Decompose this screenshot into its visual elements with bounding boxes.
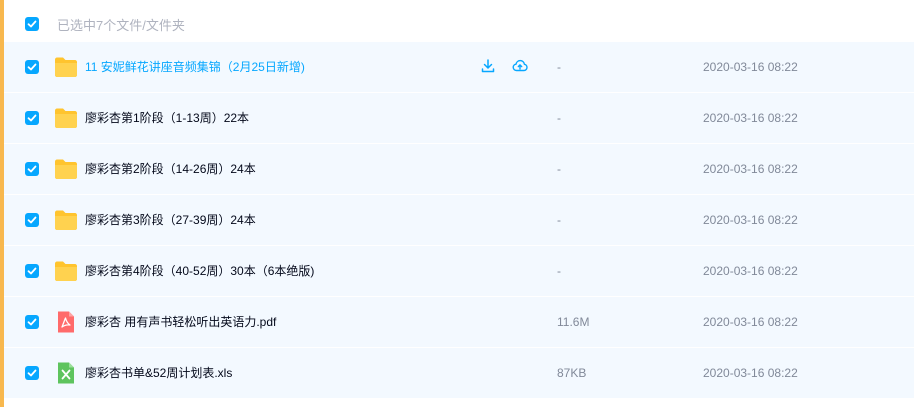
check-icon — [27, 114, 37, 122]
check-icon — [27, 165, 37, 173]
file-name[interactable]: 廖彩杏第1阶段（1-13周）22本 — [85, 93, 249, 144]
xls-icon — [54, 362, 78, 384]
file-size: - — [557, 264, 561, 278]
select-all-checkbox[interactable] — [25, 17, 39, 31]
selection-header: 已选中7个文件/文件夹 — [4, 0, 914, 48]
folder-icon — [54, 56, 78, 78]
file-name[interactable]: 11 安妮鲜花讲座音频集锦（2月25日新增) — [85, 42, 305, 93]
file-row[interactable]: 廖彩杏 用有声书轻松听出英语力.pdf 11.6M 2020-03-16 08:22 — [4, 297, 914, 348]
file-size: 11.6M — [557, 315, 590, 329]
file-row[interactable]: 廖彩杏第2阶段（14-26周）24本 - 2020-03-16 08:22 — [4, 144, 914, 195]
file-row[interactable]: 廖彩杏第3阶段（27-39周）24本 - 2020-03-16 08:22 — [4, 195, 914, 246]
pdf-icon — [54, 311, 78, 333]
row-checkbox[interactable] — [25, 366, 39, 380]
folder-icon — [54, 260, 78, 282]
file-size: - — [557, 111, 561, 125]
file-name[interactable]: 廖彩杏 用有声书轻松听出英语力.pdf — [85, 297, 276, 348]
check-icon — [27, 318, 37, 326]
check-icon — [27, 369, 37, 377]
check-icon — [27, 20, 37, 28]
file-list: 11 安妮鲜花讲座音频集锦（2月25日新增) -2020-03-16 08:22 廖… — [4, 42, 914, 399]
row-checkbox[interactable] — [25, 162, 39, 176]
file-row[interactable]: 11 安妮鲜花讲座音频集锦（2月25日新增) - 2020-03-16 08:22 — [4, 42, 914, 93]
check-icon — [27, 267, 37, 275]
file-row[interactable]: 廖彩杏书单&52周计划表.xls 87KB 2020-03-16 08:22 — [4, 348, 914, 399]
file-name[interactable]: 廖彩杏第4阶段（40-52周）30本（6本绝版) — [85, 246, 314, 297]
file-name[interactable]: 廖彩杏书单&52周计划表.xls — [85, 348, 232, 399]
folder-icon — [54, 158, 78, 180]
file-modified-date: 2020-03-16 08:22 — [703, 264, 798, 278]
download-icon[interactable] — [480, 58, 496, 74]
file-size: - — [557, 162, 561, 176]
selection-count-text: 已选中7个文件/文件夹 — [57, 17, 185, 33]
file-size: - — [557, 60, 561, 74]
file-row[interactable]: 廖彩杏第4阶段（40-52周）30本（6本绝版) - 2020-03-16 08:2… — [4, 246, 914, 297]
row-checkbox[interactable] — [25, 60, 39, 74]
file-name[interactable]: 廖彩杏第3阶段（27-39周）24本 — [85, 195, 256, 246]
row-checkbox[interactable] — [25, 111, 39, 125]
file-modified-date: 2020-03-16 08:22 — [703, 60, 798, 74]
file-size: - — [557, 213, 561, 227]
folder-icon — [54, 107, 78, 129]
file-size: 87KB — [557, 366, 587, 380]
row-actions — [480, 58, 528, 74]
file-modified-date: 2020-03-16 08:22 — [703, 111, 798, 125]
folder-icon — [54, 209, 78, 231]
row-checkbox[interactable] — [25, 264, 39, 278]
row-checkbox[interactable] — [25, 315, 39, 329]
file-row[interactable]: 廖彩杏第1阶段（1-13周）22本 - 2020-03-16 08:22 — [4, 93, 914, 144]
file-modified-date: 2020-03-16 08:22 — [703, 315, 798, 329]
check-icon — [27, 216, 37, 224]
cloud-upload-icon[interactable] — [512, 58, 528, 74]
file-modified-date: 2020-03-16 08:22 — [703, 366, 798, 380]
file-name[interactable]: 廖彩杏第2阶段（14-26周）24本 — [85, 144, 256, 195]
row-checkbox[interactable] — [25, 213, 39, 227]
check-icon — [27, 63, 37, 71]
file-modified-date: 2020-03-16 08:22 — [703, 213, 798, 227]
file-modified-date: 2020-03-16 08:22 — [703, 162, 798, 176]
